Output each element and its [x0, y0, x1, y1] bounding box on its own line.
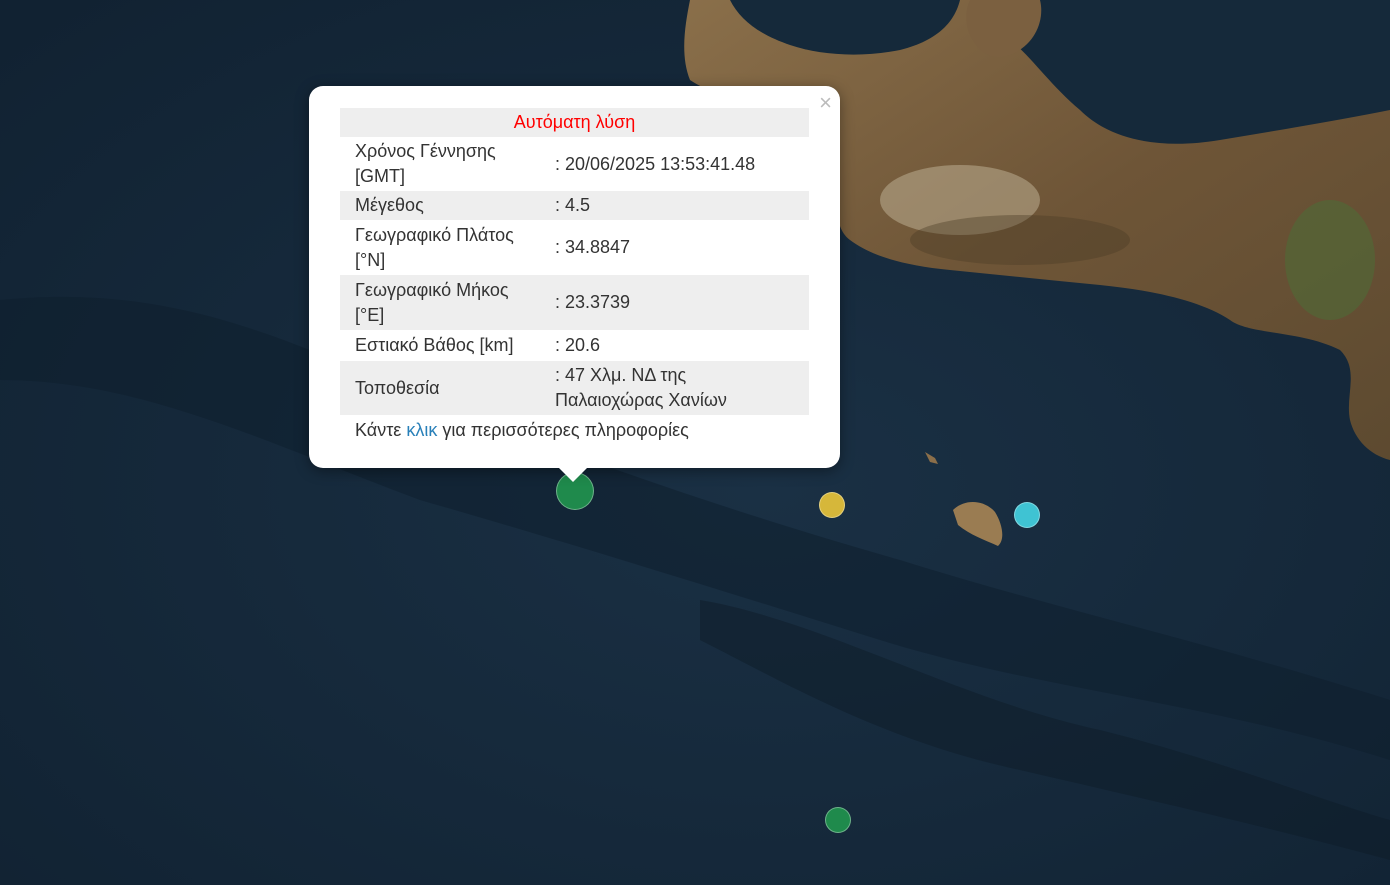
more-info-line: Κάντε κλικ για περισσότερες πληροφορίες: [355, 418, 689, 443]
more-info-link[interactable]: κλικ: [406, 420, 437, 440]
origin-time-value: : 20/06/2025 13:53:41.48: [555, 153, 756, 174]
table-row: Γεωγραφικό Πλάτος [°N] : 34.8847: [340, 220, 809, 275]
longitude-value: : 23.3739: [547, 275, 809, 330]
earthquake-marker-green[interactable]: [825, 807, 851, 833]
earthquake-marker-cyan[interactable]: [1014, 502, 1040, 528]
table-row: Μέγεθος : 4.5: [340, 191, 809, 220]
table-header-row: Αυτόματη λύση: [340, 108, 809, 137]
origin-time-label: Χρόνος Γέννησης [GMT]: [355, 141, 496, 186]
green-vegetation: [1285, 200, 1375, 320]
earthquake-marker-yellow[interactable]: [819, 492, 845, 518]
table-row: Τοποθεσία : 47 Χλμ. ΝΔ της Παλαιοχώρας Χ…: [340, 361, 809, 415]
table-row: Εστιακό Βάθος [km] : 20.6: [340, 330, 809, 361]
magnitude-label: Μέγεθος: [340, 191, 547, 220]
latitude-value: : 34.8847: [555, 237, 631, 257]
location-label: Τοποθεσία: [340, 361, 547, 415]
more-info-suffix: για περισσότερες πληροφορίες: [442, 420, 689, 440]
earthquake-info-popup: × Αυτόματη λύση Χρόνος Γέννησης [GMT] : …: [309, 86, 840, 468]
table-row: Χρόνος Γέννησης [GMT] : 20/06/2025 13:53…: [340, 137, 809, 191]
close-icon[interactable]: ×: [819, 92, 832, 114]
depth-label: Εστιακό Βάθος [km]: [355, 335, 514, 355]
more-info-prefix: Κάντε: [355, 420, 402, 440]
depth-value: : 20.6: [555, 335, 601, 355]
location-value: : 47 Χλμ. ΝΔ της Παλαιοχώρας Χανίων: [547, 361, 809, 415]
table-row: Γεωγραφικό Μήκος [°E] : 23.3739: [340, 275, 809, 330]
magnitude-value: : 4.5: [547, 191, 809, 220]
earthquake-info-table: Αυτόματη λύση Χρόνος Γέννησης [GMT] : 20…: [340, 108, 809, 415]
popup-tip: [557, 466, 589, 482]
solution-type-header: Αυτόματη λύση: [340, 108, 809, 137]
longitude-label: Γεωγραφικό Μήκος [°E]: [340, 275, 547, 330]
latitude-label: Γεωγραφικό Πλάτος [°N]: [355, 224, 514, 270]
mountain-shadow: [910, 215, 1130, 265]
